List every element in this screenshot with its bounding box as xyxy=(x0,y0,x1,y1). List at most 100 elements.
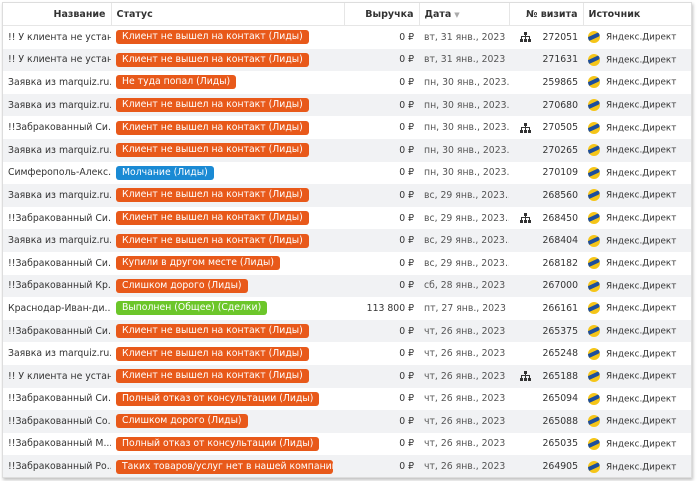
table-row[interactable]: !!Забракованный Со... Слишком дорого (Лид… xyxy=(3,410,691,433)
table-row[interactable]: Заявка из marquiz.ru... Клиент не вышел н… xyxy=(3,93,691,117)
cell-revenue: 0 ₽ xyxy=(344,274,419,298)
column-header-name[interactable]: Название xyxy=(3,3,112,26)
cell-name[interactable]: !!Забракованный Си... xyxy=(3,319,111,343)
yandex-direct-icon xyxy=(588,279,600,292)
table-row[interactable]: !!Забракованный Си... Клиент не вышел на … xyxy=(3,319,691,343)
cell-name[interactable]: Заявка из marquiz.ru... xyxy=(3,342,111,365)
cell-visit[interactable]: 271631 xyxy=(509,48,583,72)
cell-name[interactable]: Краснодар-Иван-ди... xyxy=(3,297,111,320)
cell-visit[interactable]: 270109 xyxy=(509,162,583,185)
sitemap-icon[interactable] xyxy=(519,371,531,382)
cell-visit[interactable]: 272051 xyxy=(509,26,583,49)
status-badge[interactable]: Полный отказ от консультации (Лиды) xyxy=(116,391,320,406)
cell-name[interactable]: Заявка из marquiz.ru... xyxy=(3,93,111,117)
column-header-source[interactable]: Источник xyxy=(583,3,691,26)
cell-visit[interactable]: 265035 xyxy=(509,433,583,456)
cell-visit[interactable]: 265188 xyxy=(509,364,583,388)
sitemap-icon[interactable] xyxy=(519,122,531,133)
cell-name[interactable]: !!Забракованный Си... xyxy=(3,252,111,275)
table-row[interactable]: Симферополь-Алекс... Молчание (Лиды) 0 ₽ пн… xyxy=(3,162,691,185)
cell-date: чт, 26 янв., 2023 ... xyxy=(419,319,509,343)
table-row[interactable]: !!Забракованный Си... Клиент не вышел на … xyxy=(3,207,691,230)
cell-name[interactable]: !! У клиента не устан... xyxy=(3,364,111,388)
cell-source: Яндекс.Директ xyxy=(583,93,691,117)
cell-name[interactable]: Заявка из marquiz.ru... xyxy=(3,229,111,252)
cell-visit[interactable]: 265094 xyxy=(509,388,583,411)
table-row[interactable]: !!Забракованный Си... Клиент не вышел на … xyxy=(3,116,691,139)
column-header-status[interactable]: Статус xyxy=(111,3,345,26)
status-badge[interactable]: Клиент не вышел на контакт (Лиды) xyxy=(116,211,309,226)
cell-name[interactable]: !!Забракованный М... xyxy=(3,433,111,456)
status-badge[interactable]: Клиент не вышел на контакт (Лиды) xyxy=(116,52,309,67)
cell-name[interactable]: !!Забракованный Си... xyxy=(3,207,111,230)
status-badge[interactable]: Слишком дорого (Лиды) xyxy=(116,278,248,293)
cell-name[interactable]: Заявка из marquiz.ru... xyxy=(3,138,111,162)
table-row[interactable]: !! У клиента не устан... Клиент не вышел … xyxy=(3,26,691,49)
status-badge[interactable]: Молчание (Лиды) xyxy=(116,165,214,180)
table-row[interactable]: Краснодар-Иван-ди... Выполнен (Общее) (Сд… xyxy=(3,297,691,320)
cell-visit[interactable]: 266161 xyxy=(509,297,583,320)
table-row[interactable]: Заявка из marquiz.ru... Клиент не вышел н… xyxy=(3,138,691,162)
status-badge[interactable]: Купили в другом месте (Лиды) xyxy=(116,256,280,271)
source-label: Яндекс.Директ xyxy=(606,100,677,111)
status-badge[interactable]: Клиент не вышел на контакт (Лиды) xyxy=(116,346,309,361)
cell-visit[interactable]: 267000 xyxy=(509,274,583,298)
cell-visit[interactable]: 259865 xyxy=(509,71,583,94)
table-row[interactable]: !!Забракованный Си... Полный отказ от кон… xyxy=(3,388,691,411)
cell-visit[interactable]: 270680 xyxy=(509,93,583,117)
cell-name[interactable]: !!Забракованный Си... xyxy=(3,388,111,411)
table-row[interactable]: Заявка из marquiz.ru... Не туда попал (Ли… xyxy=(3,71,691,94)
cell-name[interactable]: Заявка из marquiz.ru... xyxy=(3,184,111,207)
status-badge[interactable]: Слишком дорого (Лиды) xyxy=(116,414,248,429)
status-badge[interactable]: Клиент не вышел на контакт (Лиды) xyxy=(116,233,309,248)
table-row[interactable]: !!Забракованный Кр... Слишком дорого (Лид… xyxy=(3,274,691,298)
cell-visit[interactable]: 270265 xyxy=(509,138,583,162)
cell-visit[interactable]: 264905 xyxy=(509,455,583,477)
status-badge[interactable]: Полный отказ от консультации (Лиды) xyxy=(116,436,320,451)
status-badge[interactable]: Клиент не вышел на контакт (Лиды) xyxy=(116,120,309,135)
cell-name[interactable]: !!Забракованный Си... xyxy=(3,116,111,139)
cell-date: пн, 30 янв., 2023... xyxy=(424,122,509,134)
cell-name[interactable]: !!Забракованный Ро... xyxy=(3,455,111,477)
table-row[interactable]: Заявка из marquiz.ru... Клиент не вышел н… xyxy=(3,229,691,252)
table-row[interactable]: !!Забракованный Си... Купили в другом мес… xyxy=(3,252,691,275)
cell-name[interactable]: !! У клиента не устан... xyxy=(3,48,111,72)
cell-name[interactable]: !!Забракованный Со... xyxy=(3,410,111,433)
sitemap-icon[interactable] xyxy=(519,213,531,224)
sort-down-icon[interactable]: ▼ xyxy=(454,11,459,19)
status-badge[interactable]: Клиент не вышел на контакт (Лиды) xyxy=(116,143,309,158)
cell-name[interactable]: !! У клиента не устан... xyxy=(3,26,111,49)
cell-name[interactable]: !!Забракованный Кр... xyxy=(3,274,111,298)
table-row[interactable]: Заявка из marquiz.ru... Клиент не вышел н… xyxy=(3,342,691,365)
table-row[interactable]: !! У клиента не устан... Клиент не вышел … xyxy=(3,364,691,388)
sitemap-icon[interactable] xyxy=(519,32,531,43)
status-badge[interactable]: Клиент не вышел на контакт (Лиды) xyxy=(116,369,309,384)
cell-visit[interactable]: 265375 xyxy=(509,319,583,343)
status-badge[interactable]: Клиент не вышел на контакт (Лиды) xyxy=(116,188,309,203)
column-header-visit[interactable]: № визита xyxy=(509,3,584,26)
table-row[interactable]: !!Забракованный Ро... Таких товаров/услуг… xyxy=(3,455,691,477)
table-row[interactable]: !!Забракованный М... Полный отказ от конс… xyxy=(3,433,691,456)
status-badge[interactable]: Выполнен (Общее) (Сделки) xyxy=(116,301,268,316)
cell-name[interactable]: Симферополь-Алекс... xyxy=(3,162,111,185)
status-badge[interactable]: Клиент не вышел на контакт (Лиды) xyxy=(116,30,309,45)
status-badge[interactable]: Не туда попал (Лиды) xyxy=(116,75,237,90)
cell-visit[interactable]: 268560 xyxy=(509,184,583,207)
cell-visit[interactable]: 268182 xyxy=(509,252,583,275)
table-row[interactable]: Заявка из marquiz.ru... Клиент не вышел н… xyxy=(3,184,691,207)
source-label: Яндекс.Директ xyxy=(606,168,677,179)
status-badge[interactable]: Клиент не вышел на контакт (Лиды) xyxy=(116,98,309,113)
table-row[interactable]: !! У клиента не устан... Клиент не вышел … xyxy=(3,48,691,72)
cell-visit[interactable]: 268404 xyxy=(509,229,583,252)
cell-visit[interactable]: 268450 xyxy=(509,207,583,230)
cell-name[interactable]: Заявка из marquiz.ru... xyxy=(3,71,111,94)
cell-source: Яндекс.Директ xyxy=(583,342,691,365)
status-badge[interactable]: Таких товаров/услуг нет в нашей компании… xyxy=(116,459,333,474)
cell-visit[interactable]: 265088 xyxy=(509,410,583,433)
cell-visit[interactable]: 270505 xyxy=(509,116,583,139)
source-label: Яндекс.Директ xyxy=(606,123,677,134)
column-header-revenue[interactable]: Выручка xyxy=(344,3,420,26)
status-badge[interactable]: Клиент не вышел на контакт (Лиды) xyxy=(116,324,309,339)
cell-visit[interactable]: 265248 xyxy=(509,342,583,365)
column-header-date[interactable]: Дата ▼ xyxy=(419,3,510,26)
